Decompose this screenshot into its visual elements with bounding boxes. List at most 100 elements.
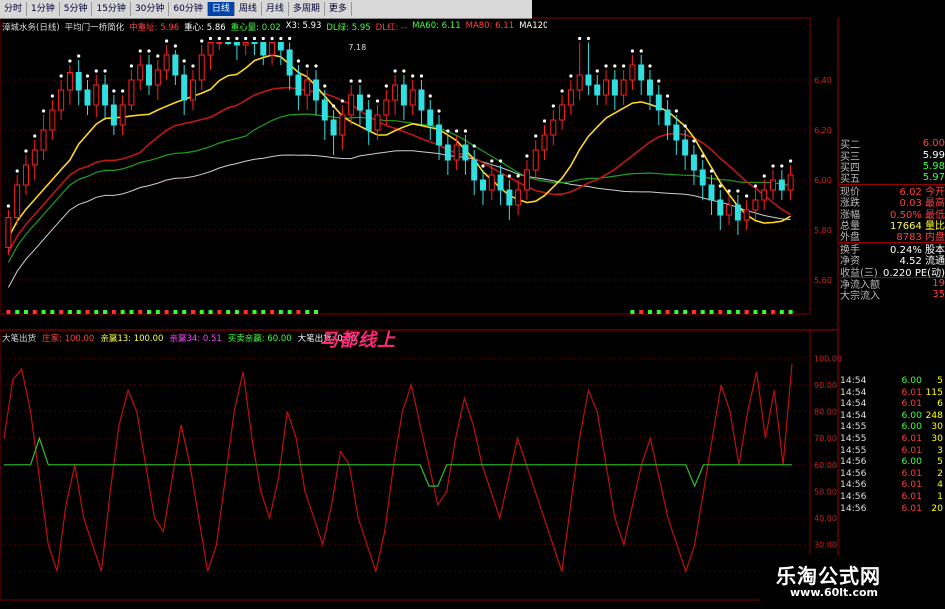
signal-square	[665, 310, 670, 314]
lower-y-tick-label: 70.00	[814, 434, 837, 443]
upper-legend-item: 漳城水务(日线)	[2, 23, 60, 33]
candle-body	[66, 72, 73, 91]
signal-square	[270, 310, 275, 314]
signal-square	[15, 310, 20, 314]
period-toolbar: 分时 1分钟 5分钟 15分钟 30分钟 60分钟 日线 周线 月线 多周期 更多	[0, 0, 532, 19]
candle-body	[22, 164, 29, 186]
upper-y-tick-label: 5.80	[814, 226, 832, 235]
signal-dot	[578, 36, 582, 41]
signal-square	[647, 310, 652, 314]
signal-dot	[516, 174, 520, 178]
candle-body	[31, 149, 38, 166]
candle-body	[444, 144, 451, 161]
signal-dot	[156, 54, 160, 58]
period-tab-5[interactable]: 60分钟	[169, 2, 208, 16]
signal-square	[103, 310, 108, 314]
candle-body	[102, 84, 109, 106]
candle-body	[339, 114, 346, 136]
signal-dot	[33, 134, 37, 138]
candle-body	[40, 129, 47, 151]
signal-dot	[94, 69, 98, 73]
signal-dot	[727, 189, 731, 193]
signal-dot	[542, 119, 547, 123]
upper-legend-item: 重心: 5.86	[184, 23, 226, 33]
upper-legend-item: DL红: --	[375, 23, 408, 33]
candle-body	[400, 84, 407, 106]
signal-dot	[490, 159, 494, 163]
lower-legend-item: 庄家: 100.00	[42, 334, 95, 344]
signal-dot	[226, 36, 230, 41]
signal-square	[173, 310, 178, 314]
signal-dot	[657, 79, 661, 83]
signal-dot	[446, 129, 450, 133]
trade-volume: 3	[937, 444, 943, 456]
lower-legend-item: 亲赢34: 0.51	[169, 334, 222, 344]
signal-square	[278, 310, 283, 314]
candle-body	[770, 179, 777, 191]
upper-legend-item: DL绿: 5.95	[326, 23, 371, 33]
candle-body	[603, 79, 610, 96]
candle-body	[251, 42, 258, 44]
period-tab-6[interactable]: 日线	[207, 2, 235, 16]
trade-price: 6.01	[901, 444, 922, 456]
candle-body	[629, 64, 636, 81]
signal-dot	[472, 144, 476, 148]
upper-y-tick-label: 6.40	[814, 76, 832, 85]
period-tab-2[interactable]: 5分钟	[60, 2, 93, 16]
candle-body	[49, 109, 56, 131]
signal-dot	[622, 64, 626, 68]
signal-dot	[586, 36, 591, 41]
signal-square	[762, 310, 767, 314]
signal-dot	[709, 169, 714, 173]
trade-volume: 4	[937, 479, 943, 491]
ma-white-line	[7, 150, 791, 288]
candle-body	[462, 144, 469, 161]
trade-price: 6.01	[901, 398, 922, 410]
signal-dot	[296, 59, 301, 63]
signal-dot	[112, 89, 116, 93]
period-tab-4[interactable]: 30分钟	[131, 2, 170, 16]
signal-dot	[50, 94, 54, 98]
signal-dot	[77, 54, 81, 58]
candle-body	[673, 124, 680, 141]
signal-dot	[191, 64, 195, 68]
lower-y-tick-label: 90.00	[814, 381, 837, 390]
trade-time: 14:56	[840, 479, 867, 491]
signal-dot	[736, 189, 740, 193]
signal-dot	[428, 94, 432, 98]
candle-body	[216, 42, 223, 44]
signal-square	[691, 310, 696, 314]
period-tab-7[interactable]: 周线	[235, 2, 262, 16]
signal-square	[226, 310, 231, 314]
trade-price: 6.01	[901, 502, 922, 514]
signal-dot	[437, 109, 441, 113]
signal-dot	[323, 84, 327, 88]
candle-body	[295, 74, 302, 96]
signal-dot	[121, 89, 125, 93]
period-tab-0[interactable]: 分时	[0, 2, 28, 16]
trade-volume: 1	[937, 490, 943, 502]
period-tab-3[interactable]: 15分钟	[92, 2, 131, 16]
trade-price: 6.01	[901, 467, 922, 479]
signal-square	[261, 310, 266, 314]
trade-row: 14:56 6.01 20	[840, 503, 945, 515]
upper-y-tick-label: 5.60	[814, 276, 832, 285]
signal-dot	[498, 159, 503, 163]
candle-body	[515, 189, 522, 206]
trade-row: 14:55 6.00 30	[840, 421, 945, 433]
candle-body	[225, 42, 232, 44]
period-tab-9[interactable]: 多周期	[289, 2, 325, 16]
candle-body	[365, 109, 372, 131]
quote-row: 大宗流入 35	[840, 289, 945, 302]
signal-dot	[235, 36, 239, 41]
candle-body	[436, 124, 443, 146]
period-tab-8[interactable]: 月线	[262, 2, 289, 16]
quote-value: 35	[932, 289, 945, 301]
signal-dot	[745, 194, 749, 198]
quote-value: 5.98	[922, 160, 945, 172]
signal-dot	[270, 36, 274, 41]
signal-dot	[85, 74, 90, 78]
period-tab-10[interactable]: 更多	[325, 2, 352, 16]
signal-square	[718, 310, 723, 314]
period-tab-1[interactable]: 1分钟	[27, 2, 60, 16]
